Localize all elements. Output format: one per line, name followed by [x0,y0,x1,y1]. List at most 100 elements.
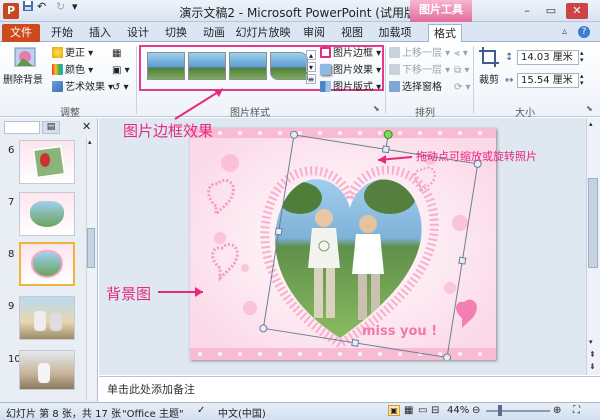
selection-pane-label: 选择窗格 [402,82,442,93]
slide-vertical-scrollbar[interactable]: ▴ ▾ ⇞ ⇟ [586,118,600,375]
gallery-scroll-down-icon[interactable]: ▾ [306,62,316,72]
picture-tools-context-label: 图片工具 [410,0,472,22]
tab-view[interactable]: 视图 [336,24,368,42]
slide-thumbnail-9[interactable] [19,296,75,340]
tab-format[interactable]: 格式 [428,24,462,43]
compress-pictures-icon[interactable]: ▦ [112,47,121,61]
annotation-background: 背景图 [106,285,152,303]
slide-thumbnail-8[interactable] [19,242,75,286]
panel-close-icon[interactable]: ✕ [82,120,91,133]
height-spinner-icon[interactable]: ▴ ▾ [580,50,584,64]
notes-placeholder[interactable]: 单击此处添加备注 [107,381,195,397]
zoom-in-icon[interactable]: ⊕ [553,405,561,416]
art-effects-button[interactable]: 艺术效果 ▾ [52,81,113,95]
tab-transitions[interactable]: 切换 [160,24,192,42]
group-separator [473,46,474,114]
close-button[interactable]: ✕ [566,3,588,19]
height-icon: ↕ [505,52,514,63]
selection-pane-button[interactable]: 选择窗格 [389,81,442,95]
panel-tab-slides[interactable]: ▤ [42,121,60,134]
color-icon [52,64,63,75]
crop-button[interactable]: 裁剪 [476,46,502,88]
status-theme[interactable]: "Office 主题" [122,405,184,420]
slide-number: 9 [8,301,15,312]
bring-forward-label: 上移一层 [402,48,442,59]
window-title: 演示文稿2 - Microsoft PowerPoint (试用版) [179,6,421,20]
tab-review[interactable]: 审阅 [298,24,330,42]
group-separator [385,46,386,114]
slide-caption-text: miss you ! [362,324,438,339]
art-effects-label: 艺术效果 [65,82,105,93]
picture-border-button[interactable]: 图片边框 ▾ [320,47,381,61]
picture-border-label: 图片边框 [333,48,373,59]
adjust-group-label: 调整 [60,108,80,119]
minimize-button[interactable]: – [516,3,538,19]
remove-background-icon [14,47,36,67]
remove-background-button[interactable]: 删除背景 [3,46,44,86]
change-picture-icon[interactable]: ▣ ▾ [112,64,130,78]
tab-animations[interactable]: 动画 [198,24,230,42]
size-group-label: 大小 [515,108,535,119]
tab-file[interactable]: 文件 [2,24,40,42]
zoom-out-icon[interactable]: ⊖ [472,405,480,416]
align-icon[interactable]: ⫷ ▾ [454,47,468,61]
slide-number: 6 [8,145,15,156]
send-backward-label: 下移一层 [402,65,442,76]
reset-picture-icon[interactable]: ↺ ▾ [112,81,129,95]
crop-icon [479,47,499,67]
next-slide-icon[interactable]: ⇟ [589,362,596,371]
maximize-button[interactable]: ▭ [540,3,562,19]
normal-view-icon[interactable]: ▣ [388,405,400,416]
tab-slideshow[interactable]: 幻灯片放映 [234,24,292,42]
picture-style-4[interactable] [270,52,308,80]
ribbon-minimize-icon[interactable]: ▵ [562,26,567,37]
picture-style-3[interactable] [229,52,267,80]
corrections-button[interactable]: 更正 ▾ [52,47,93,61]
send-backward-button[interactable]: 下移一层 ▾ [389,64,450,78]
help-icon[interactable]: ? [578,26,590,38]
picture-style-2[interactable] [188,52,226,80]
gallery-scroll-up-icon[interactable]: ▴ [306,50,316,60]
picture-layout-button[interactable]: 图片版式 ▾ [320,81,381,95]
annotation-border-effect: 图片边框效果 [123,122,214,140]
picture-styles-group-label: 图片样式 [230,108,270,119]
slide-thumbnail-10[interactable] [19,350,75,390]
zoom-slider[interactable] [486,410,550,412]
picture-effects-button[interactable]: 图片效果 ▾ [320,64,381,78]
slide-thumbnail-7[interactable] [19,192,75,236]
gallery-more-icon[interactable]: ≡ [306,74,316,84]
fit-to-window-icon[interactable]: ⛶ [573,405,580,416]
reading-view-icon[interactable]: ▭ [418,405,427,416]
group-icon[interactable]: ⧉ ▾ [454,64,469,78]
bring-forward-button[interactable]: 上移一层 ▾ [389,47,450,61]
panel-tab-outline[interactable] [4,121,40,134]
tab-design[interactable]: 设计 [122,24,154,42]
slide-thumbnail-6[interactable] [19,140,75,184]
tab-insert[interactable]: 插入 [84,24,116,42]
picture-layout-label: 图片版式 [333,82,373,93]
width-spinner-icon[interactable]: ▴ ▾ [580,73,584,87]
spellcheck-icon[interactable]: ✓ [197,405,205,416]
picture-effects-icon [320,64,331,75]
tab-home[interactable]: 开始 [46,24,78,42]
height-input[interactable]: 14.03 厘米 [517,50,579,65]
tab-addins[interactable]: 加载项 [374,24,416,42]
status-language[interactable]: 中文(中国) [218,405,266,420]
selection-pane-icon [389,81,400,92]
zoom-slider-thumb[interactable] [498,405,502,416]
slide-number: 8 [8,249,15,260]
width-input[interactable]: 15.54 厘米 [517,73,579,88]
color-button[interactable]: 颜色 ▾ [52,64,93,78]
slides-panel-scrollbar[interactable]: ▴ [86,138,96,400]
width-icon: ↔ [505,75,514,86]
crop-label: 裁剪 [479,75,499,86]
picture-style-1[interactable] [147,52,185,80]
slideshow-view-icon[interactable]: ⊟ [431,405,439,416]
art-effects-icon [52,81,63,92]
rotate-icon[interactable]: ⟳ ▾ [454,81,471,95]
previous-slide-icon[interactable]: ⇞ [589,350,596,359]
size-dialog-launcher-icon[interactable]: ⬊ [586,104,593,113]
picture-styles-dialog-launcher-icon[interactable]: ⬊ [373,104,380,113]
slide-sorter-view-icon[interactable]: ▦ [404,405,413,416]
zoom-level[interactable]: 44% [447,405,469,416]
